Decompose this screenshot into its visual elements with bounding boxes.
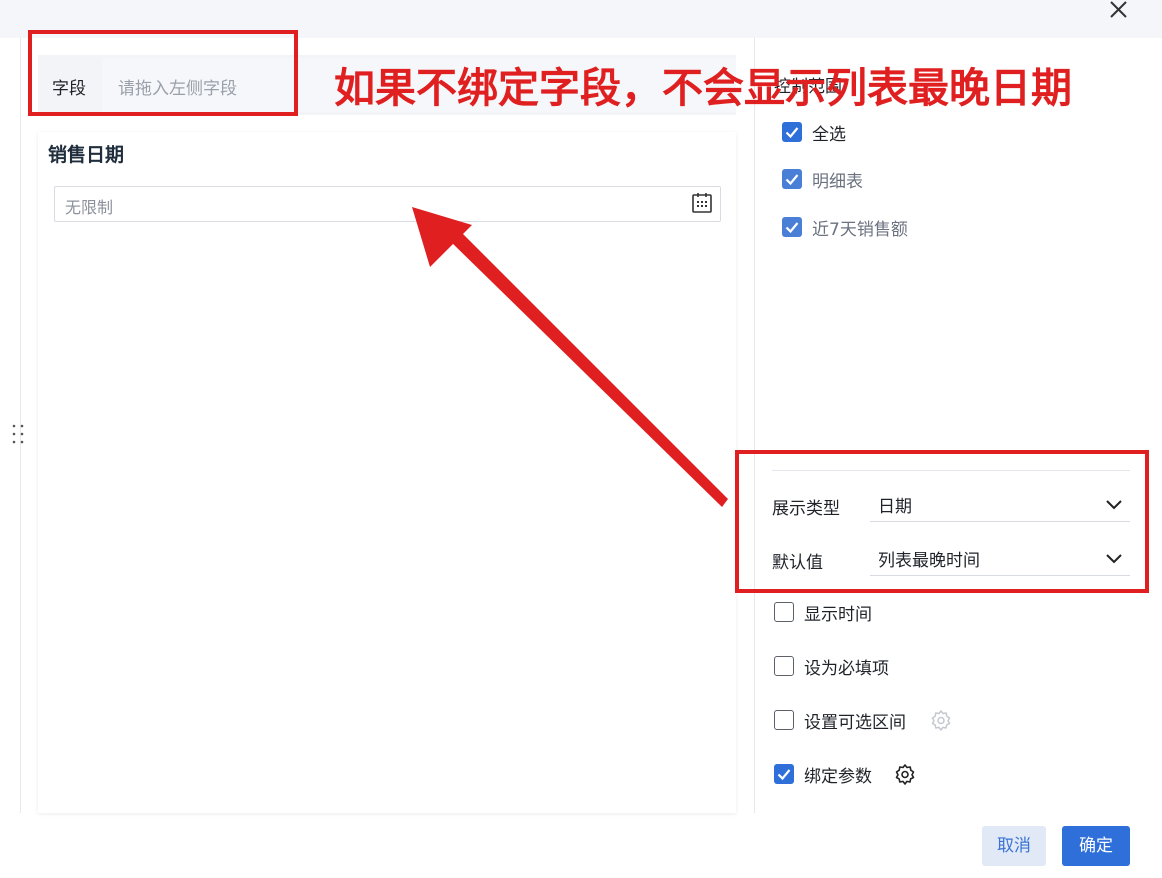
gear-icon[interactable]	[929, 708, 953, 732]
scope-select-all-checkbox[interactable]	[782, 122, 802, 142]
selectable-range-checkbox[interactable]	[774, 710, 794, 730]
panel-divider	[754, 38, 755, 813]
selectable-range-label: 设置可选区间	[804, 713, 906, 733]
required-checkbox[interactable]	[774, 656, 794, 676]
drag-handle-icon[interactable]	[10, 422, 28, 446]
show-time-label: 显示时间	[804, 605, 872, 625]
annotation-box-settings	[735, 450, 1149, 593]
scope-sales-7d-label: 近7天销售额	[812, 220, 908, 240]
date-input-placeholder: 无限制	[65, 198, 114, 217]
annotation-arrow-icon	[412, 207, 728, 507]
ok-button[interactable]: 确定	[1062, 826, 1130, 866]
bind-param-checkbox[interactable]	[774, 764, 794, 784]
scope-detail-table-checkbox[interactable]	[782, 169, 802, 189]
cancel-button[interactable]: 取消	[982, 826, 1046, 866]
preview-title: 销售日期	[48, 144, 125, 166]
annotation-box-field	[28, 30, 298, 116]
scope-sales-7d-checkbox[interactable]	[782, 217, 802, 237]
show-time-checkbox[interactable]	[774, 602, 794, 622]
required-label: 设为必填项	[804, 659, 889, 679]
annotation-text: 如果不绑定字段，不会显示列表最晚日期	[334, 64, 1072, 112]
gear-icon[interactable]	[893, 762, 917, 786]
scope-select-all-label: 全选	[812, 125, 846, 145]
bind-param-label: 绑定参数	[804, 767, 872, 787]
scope-detail-table-label: 明细表	[812, 172, 863, 192]
close-icon[interactable]	[1105, 0, 1133, 22]
